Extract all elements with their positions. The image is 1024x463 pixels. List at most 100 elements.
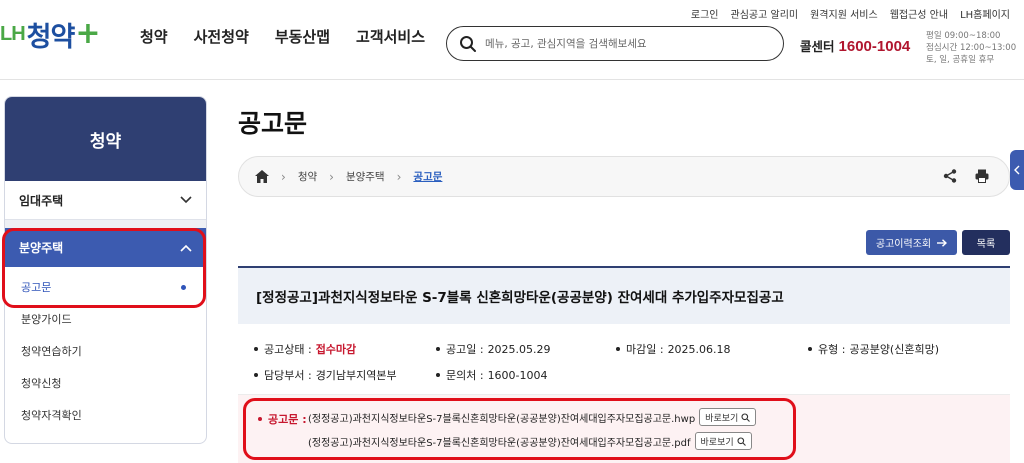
breadcrumb-separator: › [281,169,286,184]
sidebar-sub-item-eligibility[interactable]: 청약자격확인 [5,399,206,431]
lh-subscription-page: LH 청약 + 청약 사전청약 부동산맵 고객서비스 로그인 관심공고 알리미 … [0,0,1024,463]
lh-logo[interactable]: LH 청약 + [0,14,101,54]
bullet-icon [254,373,258,377]
view-hwp-button[interactable]: 바로보기 [699,408,757,426]
hours-lunch: 점심시간 12:00~13:00 [926,43,1017,53]
info-value: 1600-1004 [487,368,548,382]
breadcrumb-separator: › [329,169,334,184]
lh-homepage-link[interactable]: LH홈페이지 [960,6,1010,21]
sidebar-item-sale[interactable]: 분양주택 [5,228,206,267]
callcenter: 콜센터 1600-1004 [800,36,910,55]
files-label: 공고문 : [258,411,307,427]
breadcrumb-current[interactable]: 공고문 [413,169,442,184]
sidebar-spacer [5,220,206,228]
info-date: 공고일 : 2025.05.29 [436,341,551,357]
search-box [446,26,784,61]
sub-item-label: 청약연습하기 [21,345,82,358]
info-status: 공고상태 : 접수마감 [254,341,356,357]
callcenter-label: 콜센터 [800,39,835,54]
page-title: 공고문 [238,109,308,138]
logo-lh-text: LH [0,22,26,45]
sidebar-sub-item-apply[interactable]: 청약신청 [5,367,206,399]
info-label: 마감일 : [626,343,664,356]
notice-history-button[interactable]: 공고이력조회 [866,230,957,255]
files-label-text: 공고문 : [268,413,307,426]
info-value: 경기남부지역본부 [315,369,397,382]
nav-item-pre-subscription[interactable]: 사전청약 [194,26,249,47]
file-row-hwp: (정정공고)과천지식정보타운S-7블록신혼희망타운(공공분양)잔여세대입주자모집… [308,408,757,426]
breadcrumb-separator: › [396,169,402,184]
nav-item-customer-service[interactable]: 고객서비스 [356,26,425,47]
sidebar-sub-item-practice[interactable]: 청약연습하기 [5,335,206,367]
login-link[interactable]: 로그인 [691,6,719,21]
chevron-up-icon [180,244,192,252]
notice-files-box: 공고문 : (정정공고)과천지식정보타운S-7블록신혼희망타운(공공분양)잔여세… [238,394,1010,463]
sidebar-item-label: 분양주택 [19,241,64,255]
info-value: 공공분양(신혼희망) [849,343,939,356]
history-button-label: 공고이력조회 [875,239,932,250]
search-input[interactable] [485,37,765,50]
sidebar-sub-list: 공고문 분양가이드 청약연습하기 청약신청 청약자격확인 [5,267,206,431]
list-button[interactable]: 목록 [962,230,1010,255]
logo-main-text: 청약 [26,21,76,53]
sidebar: 청약 임대주택 분양주택 공고문 분양가이드 청약연습하기 청약신청 청약자격확… [4,96,207,444]
view-button-label: 바로보기 [700,437,734,448]
sub-item-label: 공고문 [21,281,52,294]
sub-item-label: 청약신청 [21,377,62,390]
file-row-pdf: (정정공고)과천지식정보타운S-7블록신혼희망타운(공공분양)잔여세대입주자모집… [308,432,752,450]
quick-menu-tab[interactable] [1010,150,1024,190]
sidebar-item-label: 임대주택 [19,193,64,208]
info-department: 담당부서 : 경기남부지역본부 [254,367,397,383]
view-pdf-button[interactable]: 바로보기 [694,432,752,450]
alert-link[interactable]: 관심공고 알리미 [731,6,799,21]
home-icon[interactable] [255,170,269,183]
print-icon[interactable] [975,169,989,183]
remote-support-link[interactable]: 원격지원 서비스 [810,6,878,21]
sub-item-label: 분양가이드 [21,313,72,326]
bullet-icon [254,347,258,351]
chevron-down-icon [180,196,192,204]
info-value: 2025.05.29 [487,342,551,356]
info-value: 2025.06.18 [667,342,731,356]
nav-item-realestate-map[interactable]: 부동산맵 [275,26,330,47]
bullet-icon [436,347,440,351]
info-label: 공고일 : [446,343,484,356]
notice-info-row-1: 공고상태 : 접수마감 공고일 : 2025.05.29 마감일 : 2025.… [238,336,1010,362]
info-label: 담당부서 : [264,369,312,382]
logo-plus-mark: + [75,16,101,51]
sidebar-item-rental[interactable]: 임대주택 [5,181,206,220]
breadcrumb-sale[interactable]: 분양주택 [346,169,385,184]
status-badge: 접수마감 [315,343,357,356]
site-header: LH 청약 + 청약 사전청약 부동산맵 고객서비스 로그인 관심공고 알리미 … [0,0,1024,80]
info-label: 유형 : [818,343,846,356]
info-type: 유형 : 공공분양(신혼희망) [808,341,939,357]
share-icon[interactable] [943,169,957,183]
breadcrumb-subscription[interactable]: 청약 [298,169,317,184]
zoom-icon [737,436,746,446]
info-contact: 문의처 : 1600-1004 [436,367,548,383]
main-nav: 청약 사전청약 부동산맵 고객서비스 [140,26,425,47]
accessibility-link[interactable]: 웹접근성 안내 [890,6,948,21]
callcenter-hours: 평일 09:00~18:00 점심시간 12:00~13:00 토, 일, 공휴… [926,30,1016,66]
callcenter-number: 1600-1004 [838,38,911,55]
nav-item-subscription[interactable]: 청약 [140,26,168,47]
utility-links: 로그인 관심공고 알리미 원격지원 서비스 웹접근성 안내 LH홈페이지 [691,6,1010,21]
sidebar-sub-item-guide[interactable]: 분양가이드 [5,303,206,335]
file-link-pdf[interactable]: (정정공고)과천지식정보타운S-7블록신혼희망타운(공공분양)잔여세대입주자모집… [308,434,691,449]
hours-closed: 토, 일, 공휴일 휴무 [926,55,995,65]
arrow-right-icon [937,238,948,247]
bullet-icon [808,347,812,351]
notice-info-row-2: 담당부서 : 경기남부지역본부 문의처 : 1600-1004 [238,362,1010,388]
zoom-icon [741,412,751,422]
sidebar-sub-item-notice[interactable]: 공고문 [5,271,206,303]
hours-weekday: 평일 09:00~18:00 [926,31,1001,41]
bullet-icon [436,373,440,377]
search-icon[interactable] [459,35,477,53]
file-link-hwp[interactable]: (정정공고)과천지식정보타운S-7블록신혼희망타운(공공분양)잔여세대입주자모집… [308,410,695,425]
chevron-left-icon [1014,165,1020,175]
current-dot-icon [181,284,186,290]
breadcrumb: › 청약 › 분양주택 › 공고문 [238,156,1010,197]
sidebar-title: 청약 [89,131,122,152]
info-label: 공고상태 : [264,343,312,356]
sub-item-label: 청약자격확인 [21,409,82,422]
